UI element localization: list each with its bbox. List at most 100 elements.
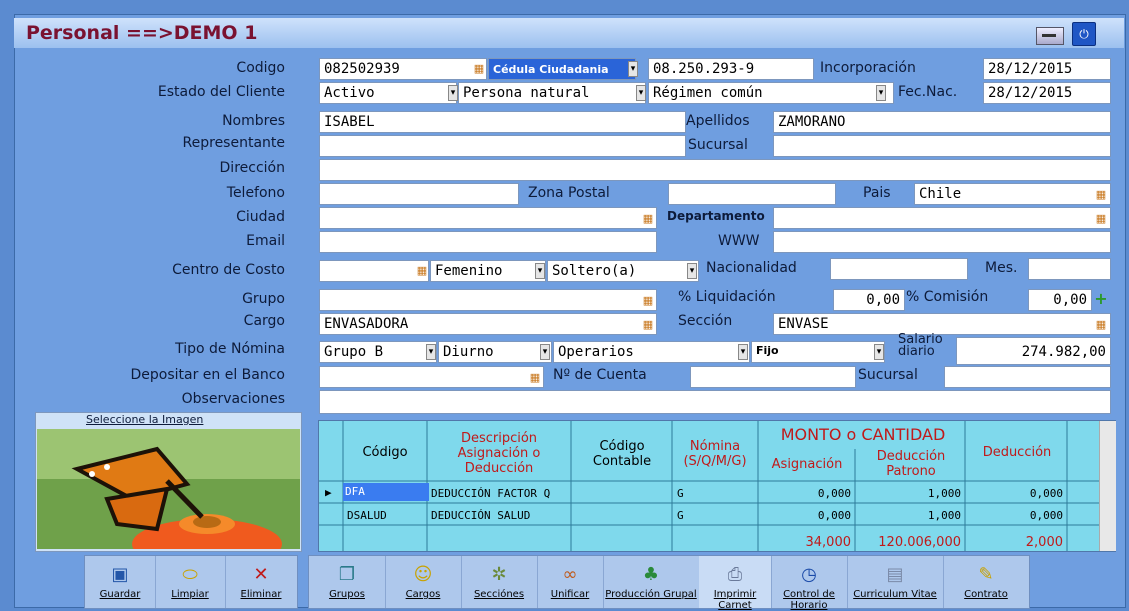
cell-nomina[interactable]: G bbox=[677, 509, 684, 522]
cell-descripcion[interactable]: DEDUCCIÓN FACTOR Q bbox=[431, 487, 550, 500]
apellidos-field[interactable]: ZAMORANO bbox=[773, 111, 1111, 133]
chevron-down-icon[interactable]: ▾ bbox=[636, 85, 646, 101]
lookup-icon[interactable]: ▦ bbox=[472, 62, 486, 76]
cell-asignacion[interactable]: 0,000 bbox=[759, 509, 851, 522]
documento-field[interactable]: 08.250.293-9 bbox=[648, 58, 814, 80]
contrato-select[interactable]: Fijo bbox=[751, 341, 885, 363]
chevron-down-icon[interactable]: ▾ bbox=[874, 344, 884, 360]
sections-button[interactable]: ✲ Secciónes bbox=[461, 556, 538, 608]
categoria-select[interactable]: Operarios bbox=[553, 341, 750, 363]
jornada-select[interactable]: Diurno bbox=[438, 341, 552, 363]
sucursal-field[interactable] bbox=[773, 135, 1111, 157]
power-icon[interactable]: ⏻ bbox=[1072, 22, 1096, 46]
chevron-down-icon[interactable]: ▾ bbox=[738, 344, 748, 360]
groups-button[interactable]: ❐ Grupos bbox=[309, 556, 386, 608]
cell-asignacion[interactable]: 0,000 bbox=[759, 487, 851, 500]
curriculum-button[interactable]: ▤ Curriculum Vitae bbox=[847, 556, 944, 608]
add-icon[interactable]: + bbox=[1094, 291, 1108, 307]
schedule-button[interactable]: ◷ Control de Horario bbox=[771, 556, 848, 611]
minimize-button[interactable] bbox=[1036, 27, 1064, 45]
www-label: WWW bbox=[718, 233, 760, 249]
codigo-field[interactable]: 082502939 bbox=[319, 58, 487, 80]
concepts-table[interactable]: Código Descripción Asignación o Deducció… bbox=[318, 420, 1116, 552]
cell-patrono[interactable]: 1,000 bbox=[857, 509, 961, 522]
contract-label: Contrato bbox=[964, 589, 1008, 600]
departamento-field[interactable] bbox=[773, 207, 1111, 229]
representante-label: Representante bbox=[182, 135, 285, 151]
chevron-down-icon[interactable]: ▾ bbox=[448, 85, 458, 101]
incorporacion-field[interactable]: 28/12/2015 bbox=[983, 58, 1111, 80]
cell-patrono[interactable]: 1,000 bbox=[857, 487, 961, 500]
lookup-icon[interactable]: ▦ bbox=[415, 264, 429, 278]
mes-field[interactable] bbox=[1028, 258, 1111, 280]
table-scrollbar[interactable] bbox=[1099, 421, 1116, 551]
delete-button[interactable]: ✕ Eliminar bbox=[225, 556, 297, 608]
cargo-field[interactable]: ENVASADORA bbox=[319, 313, 657, 335]
image-panel[interactable]: Seleccione la Imagen bbox=[35, 412, 302, 552]
centro-costo-field[interactable] bbox=[319, 260, 429, 282]
apellidos-label: Apellidos bbox=[686, 113, 750, 129]
liquidacion-field[interactable]: 0,00 bbox=[833, 289, 905, 311]
ciudad-field[interactable] bbox=[319, 207, 657, 229]
sections-label: Secciónes bbox=[473, 589, 525, 600]
genero-select[interactable]: Femenino bbox=[430, 260, 546, 282]
nomina-grupo-select[interactable]: Grupo B bbox=[319, 341, 437, 363]
cell-codigo[interactable]: DFA bbox=[343, 483, 429, 501]
chevron-down-icon[interactable]: ▾ bbox=[540, 344, 550, 360]
comision-field[interactable]: 0,00 bbox=[1028, 289, 1092, 311]
lookup-icon[interactable]: ▦ bbox=[528, 371, 542, 385]
direccion-field[interactable] bbox=[319, 159, 1111, 181]
salario-label: Salario diario bbox=[898, 332, 943, 359]
contract-button[interactable]: ✎ Contrato bbox=[943, 556, 1029, 608]
nombres-field[interactable]: ISABEL bbox=[319, 111, 686, 133]
telefono-field[interactable] bbox=[319, 183, 519, 205]
lookup-icon[interactable]: ▦ bbox=[641, 294, 655, 308]
codigo-label: Codigo bbox=[236, 60, 285, 76]
merge-button[interactable]: ∞ Unificar bbox=[537, 556, 604, 608]
banco-field[interactable] bbox=[319, 366, 544, 388]
representante-field[interactable] bbox=[319, 135, 686, 157]
estado-select[interactable]: Activo bbox=[319, 82, 457, 104]
tipo-persona-select[interactable]: Persona natural bbox=[458, 82, 646, 104]
zona-postal-label: Zona Postal bbox=[528, 185, 610, 201]
group-production-button[interactable]: ♣ Producción Grupal bbox=[603, 556, 700, 608]
schedule-label: Control de Horario bbox=[783, 589, 835, 611]
clear-button[interactable]: ⬭ Limpiar bbox=[155, 556, 226, 608]
chevron-down-icon[interactable]: ▾ bbox=[535, 263, 545, 279]
lookup-icon[interactable]: ▦ bbox=[1094, 188, 1108, 202]
tipo-documento-select[interactable]: Cédula Ciudadania bbox=[488, 58, 636, 80]
lookup-icon[interactable]: ▦ bbox=[641, 212, 655, 226]
chevron-down-icon[interactable]: ▾ bbox=[426, 344, 436, 360]
lookup-icon[interactable]: ▦ bbox=[641, 318, 655, 332]
regimen-select[interactable]: Régimen común bbox=[648, 82, 894, 104]
estado-civil-select[interactable]: Soltero(a) bbox=[547, 260, 699, 282]
email-field[interactable] bbox=[319, 231, 657, 253]
cell-deduccion[interactable]: 0,000 bbox=[967, 487, 1063, 500]
chevron-down-icon[interactable]: ▾ bbox=[628, 61, 638, 77]
no-cuenta-field[interactable] bbox=[690, 366, 856, 388]
total-deduccion: 2,000 bbox=[1025, 535, 1063, 550]
positions-button[interactable]: ☺ Cargos bbox=[385, 556, 462, 608]
www-field[interactable] bbox=[773, 231, 1111, 253]
chevron-down-icon[interactable]: ▾ bbox=[876, 85, 886, 101]
save-button[interactable]: ▣ Guardar bbox=[85, 556, 156, 608]
print-card-button[interactable]: ⎙ Imprimir Carnet bbox=[699, 556, 772, 611]
cell-nomina[interactable]: G bbox=[677, 487, 684, 500]
chevron-down-icon[interactable]: ▾ bbox=[687, 263, 697, 279]
pais-field[interactable]: Chile bbox=[914, 183, 1111, 205]
nacionalidad-field[interactable] bbox=[830, 258, 968, 280]
link-icon: ∞ bbox=[562, 564, 578, 585]
cell-codigo[interactable]: DSALUD bbox=[347, 509, 387, 522]
cell-deduccion[interactable]: 0,000 bbox=[967, 509, 1063, 522]
lookup-icon[interactable]: ▦ bbox=[1094, 212, 1108, 226]
cell-descripcion[interactable]: DEDUCCIÓN SALUD bbox=[431, 509, 530, 522]
lookup-icon[interactable]: ▦ bbox=[1094, 318, 1108, 332]
fec-nac-field[interactable]: 28/12/2015 bbox=[983, 82, 1111, 104]
zona-postal-field[interactable] bbox=[668, 183, 836, 205]
sucursal-banco-field[interactable] bbox=[944, 366, 1111, 388]
grupo-field[interactable] bbox=[319, 289, 657, 311]
observaciones-field[interactable] bbox=[319, 390, 1111, 414]
salario-field[interactable]: 274.982,00 bbox=[956, 337, 1111, 365]
grupo-label: Grupo bbox=[242, 291, 285, 307]
select-image-link[interactable]: Seleccione la Imagen bbox=[36, 413, 351, 426]
